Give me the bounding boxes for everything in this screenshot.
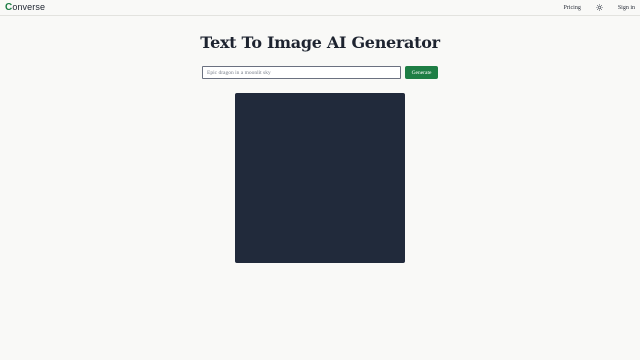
sign-in-link[interactable]: Sign in (618, 5, 635, 11)
top-navbar: C onverse Pricing Sign in (0, 0, 640, 16)
header-nav: Pricing Sign in (563, 3, 635, 12)
prompt-input[interactable] (202, 66, 401, 79)
pricing-link[interactable]: Pricing (563, 5, 580, 11)
sun-icon (595, 4, 603, 11)
image-preview (235, 93, 405, 263)
theme-toggle-button[interactable] (595, 3, 604, 12)
page-title: Text To Image AI Generator (200, 33, 440, 52)
logo-initial: C (5, 2, 13, 13)
brand-logo[interactable]: C onverse (5, 2, 45, 13)
generate-button[interactable]: Generate (405, 66, 438, 79)
logo-text: onverse (12, 2, 46, 12)
